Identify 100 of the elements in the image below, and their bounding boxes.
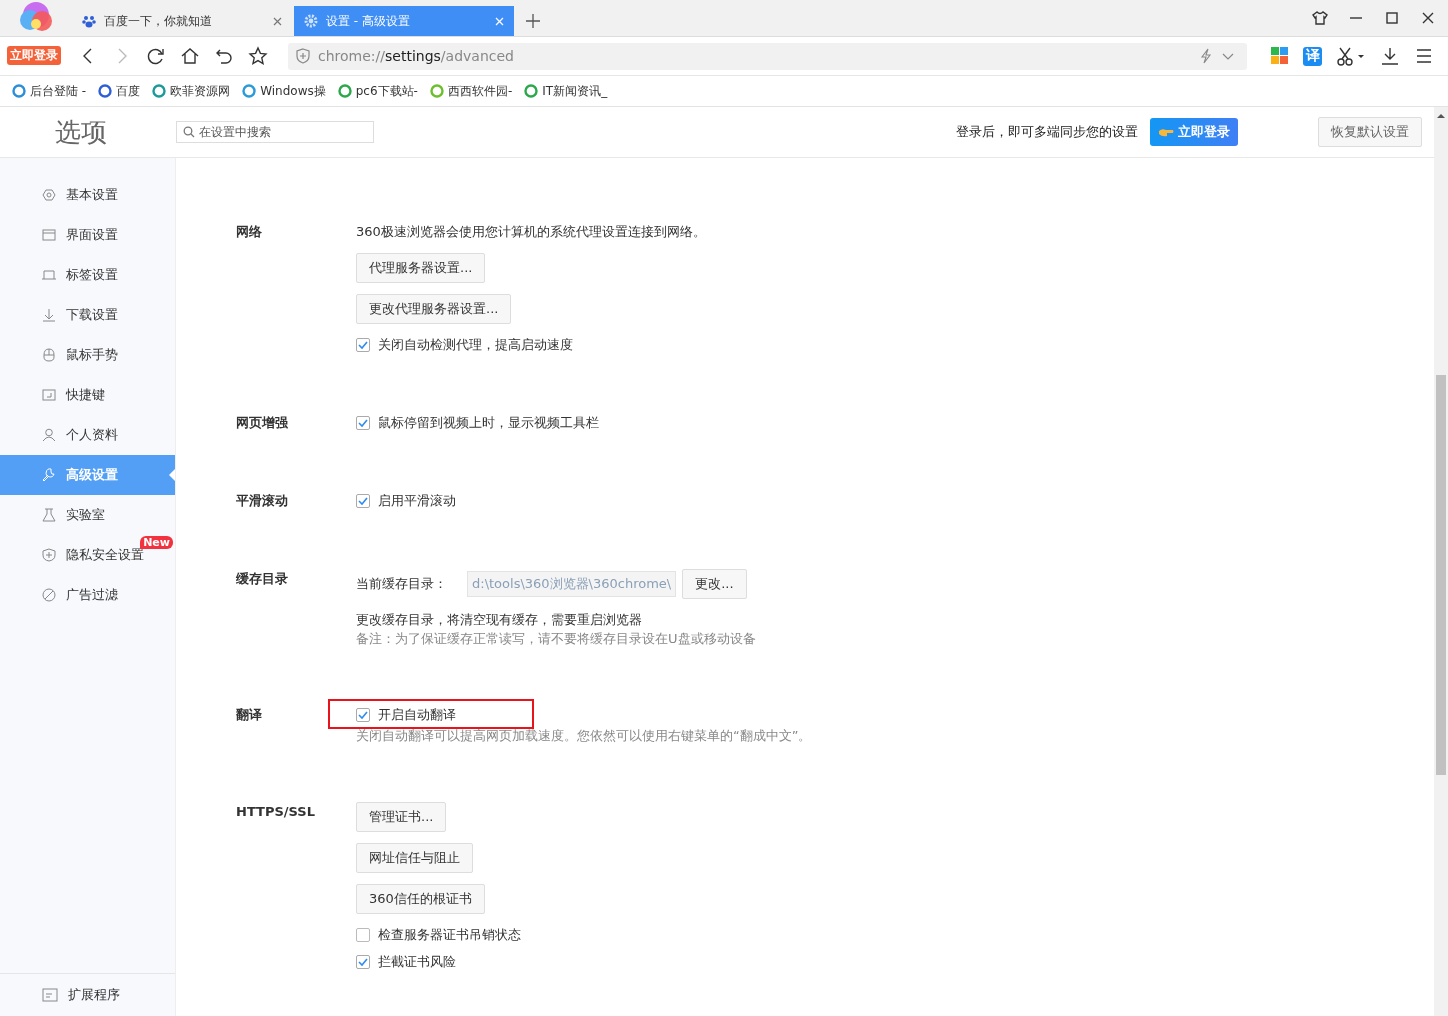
- checkbox-label: 检查服务器证书吊销状态: [378, 926, 521, 944]
- search-placeholder: 在设置中搜索: [199, 123, 271, 141]
- checkbox[interactable]: [356, 708, 370, 722]
- reload-icon[interactable]: [146, 46, 166, 66]
- page-title: 选项: [54, 115, 108, 149]
- settings-button[interactable]: 代理服务器设置...: [356, 253, 486, 283]
- sidebar-label: 标签设置: [66, 266, 118, 284]
- bookmark[interactable]: Windows操: [242, 82, 326, 100]
- menu-icon[interactable]: [1414, 46, 1434, 66]
- sidebar-label: 快捷键: [66, 386, 105, 404]
- sidebar-item[interactable]: 隐私安全设置 New: [0, 535, 175, 575]
- checkmark-icon: [358, 340, 368, 350]
- sidebar-label: 下载设置: [66, 306, 118, 324]
- lightning-icon[interactable]: [1199, 48, 1213, 64]
- sidebar-footer-item[interactable]: 扩展程序: [0, 973, 175, 1016]
- settings-button[interactable]: 更改代理服务器设置...: [356, 294, 512, 324]
- prohibited-icon: [42, 588, 56, 602]
- reset-button[interactable]: 恢复默认设置: [1318, 117, 1422, 147]
- laptop-icon: [42, 268, 56, 282]
- close-icon[interactable]: [1420, 10, 1436, 26]
- favicon-icon: [429, 84, 444, 98]
- mouse-icon: [42, 348, 56, 362]
- star-icon[interactable]: [248, 46, 268, 66]
- sidebar-label: 实验室: [66, 506, 105, 524]
- settings-button[interactable]: 网址信任与阻止: [356, 843, 473, 873]
- person-icon: [42, 428, 56, 442]
- bookmark[interactable]: IT新闻资讯_: [524, 82, 608, 100]
- new-badge: New: [140, 536, 173, 549]
- section-title: 翻译: [236, 706, 263, 724]
- sidebar-item[interactable]: 标签设置: [0, 255, 175, 295]
- search-field[interactable]: 在设置中搜索: [176, 121, 374, 143]
- home-icon[interactable]: [180, 46, 200, 66]
- scrollbar-thumb[interactable]: [1436, 375, 1446, 775]
- checkmark-icon: [358, 957, 368, 967]
- apps-icon[interactable]: [1271, 47, 1289, 65]
- hexagon-icon: [42, 188, 56, 202]
- close-tab-icon[interactable]: [273, 16, 282, 26]
- sidebar-item[interactable]: 基本设置: [0, 175, 175, 215]
- browser-tab[interactable]: 百度一下，你就知道: [72, 6, 292, 36]
- checkbox[interactable]: [356, 494, 370, 508]
- sidebar-label: 扩展程序: [68, 986, 120, 1004]
- settings-button[interactable]: 更改...: [682, 569, 747, 599]
- scissors-icon[interactable]: [1336, 46, 1366, 66]
- login-button[interactable]: 立即登录: [1150, 118, 1238, 146]
- description-text: 360极速浏览器会使用您计算机的系统代理设置连接到网络。: [356, 223, 706, 241]
- sidebar-label: 隐私安全设置: [66, 546, 144, 564]
- tab-title: 百度一下，你就知道: [104, 12, 213, 30]
- download-icon[interactable]: [1380, 46, 1400, 66]
- sidebar-item[interactable]: 鼠标手势: [0, 335, 175, 375]
- download-icon: [42, 308, 56, 322]
- sidebar-label: 广告过滤: [66, 586, 118, 604]
- url-text: chrome://settings/advanced: [318, 48, 515, 64]
- checkbox[interactable]: [356, 928, 370, 942]
- address-bar[interactable]: chrome://settings/advanced: [288, 42, 1247, 70]
- gear-icon: [304, 14, 318, 28]
- section-title: 平滑滚动: [236, 492, 289, 510]
- checkbox-label: 开启自动翻译: [378, 706, 456, 724]
- favicon-icon: [524, 84, 539, 98]
- sidebar-item[interactable]: 广告过滤: [0, 575, 175, 615]
- favicon-icon: [98, 84, 113, 98]
- settings-button[interactable]: 管理证书...: [356, 802, 447, 832]
- tab-title: 设置 - 高级设置: [326, 12, 411, 30]
- settings-button[interactable]: 360信任的根证书: [356, 884, 485, 914]
- section-title: 缓存目录: [236, 570, 289, 588]
- checkbox[interactable]: [356, 416, 370, 430]
- checkbox-label: 拦截证书风险: [378, 953, 456, 971]
- bookmark[interactable]: 西西软件园-: [429, 82, 513, 100]
- checkbox-label: 启用平滑滚动: [378, 492, 456, 510]
- sidebar-item[interactable]: 界面设置: [0, 215, 175, 255]
- checkbox-label: 鼠标停留到视频上时，显示视频工具栏: [378, 414, 599, 432]
- favicon-icon: [152, 84, 167, 98]
- checkmark-icon: [358, 710, 368, 720]
- bookmark-label: Windows操: [260, 82, 326, 100]
- field-label: 当前缓存目录：: [356, 575, 447, 593]
- new-tab-icon[interactable]: [526, 14, 540, 28]
- bookmark-label: 百度: [116, 82, 141, 100]
- search-icon: [183, 126, 195, 138]
- sidebar-item[interactable]: 下载设置: [0, 295, 175, 335]
- bookmark[interactable]: 百度: [98, 82, 141, 100]
- note-text: 关闭自动翻译可以提高网页加载速度。您依然可以使用右键菜单的“翻成中文”。: [356, 728, 812, 744]
- sidebar-item[interactable]: 实验室: [0, 495, 175, 535]
- sidebar-item[interactable]: 个人资料: [0, 415, 175, 455]
- keyboard-icon: [42, 388, 56, 402]
- bookmark-label: IT新闻资讯_: [542, 82, 608, 100]
- section-title: HTTPS/SSL: [236, 803, 316, 821]
- favicon-icon: [337, 84, 352, 98]
- sidebar-label: 高级设置: [66, 466, 118, 484]
- bookmark[interactable]: 欧菲资源网: [152, 82, 231, 100]
- bookmark[interactable]: pc6下载站-: [337, 82, 418, 100]
- pointing-hand-icon: [1158, 127, 1174, 137]
- checkbox[interactable]: [356, 955, 370, 969]
- sidebar-item[interactable]: 快捷键: [0, 375, 175, 415]
- maximize-icon[interactable]: [1384, 10, 1400, 26]
- wrench-icon: [42, 468, 56, 482]
- section-title: 网络: [236, 223, 263, 241]
- checkbox[interactable]: [356, 338, 370, 352]
- sidebar-label: 界面设置: [66, 226, 118, 244]
- bookmark[interactable]: 后台登陆 -: [12, 82, 87, 100]
- shirt-icon[interactable]: [1312, 10, 1328, 26]
- scroll-up-icon[interactable]: [1436, 111, 1446, 121]
